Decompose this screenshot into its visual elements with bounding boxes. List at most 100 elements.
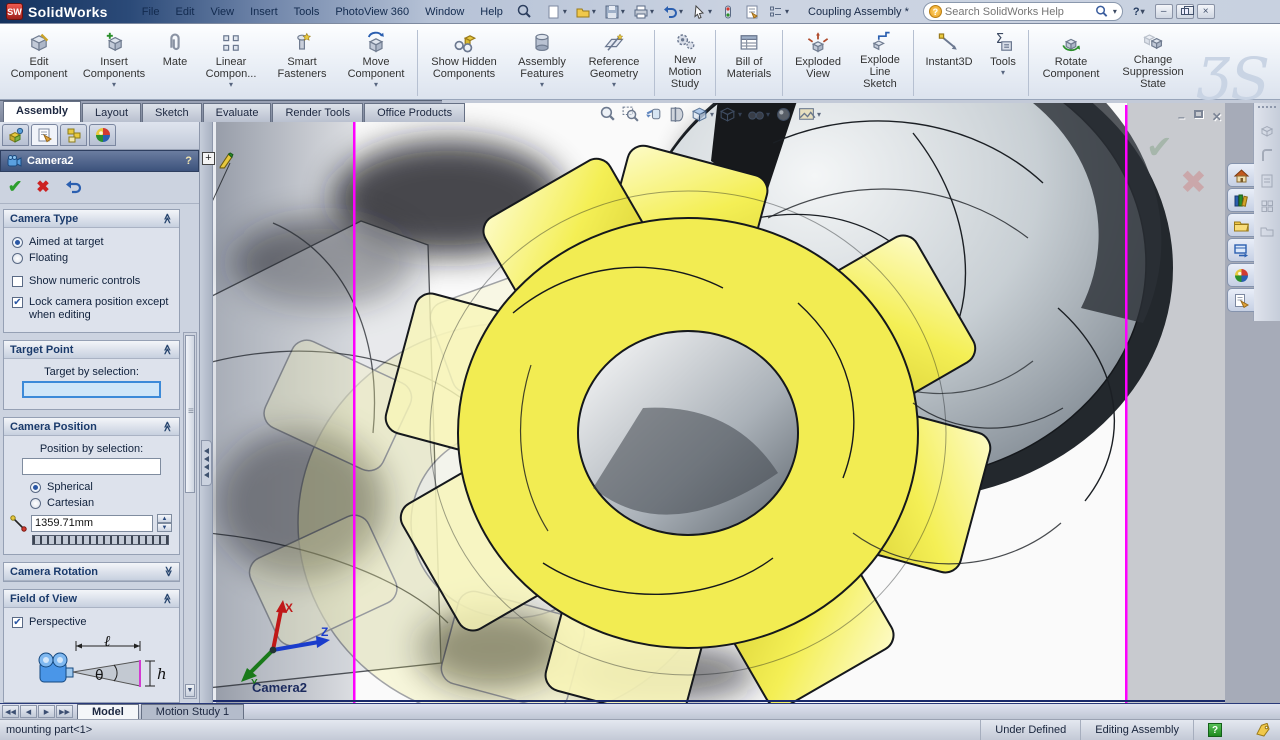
tab-sketch[interactable]: Sketch <box>142 103 202 122</box>
tags-button[interactable] <box>1236 720 1280 740</box>
show-numeric-controls-checkbox[interactable]: Show numeric controls <box>12 275 173 288</box>
distance-spinner[interactable]: ▲ ▼ <box>157 514 172 532</box>
display-manager-tab[interactable] <box>89 124 116 146</box>
confirmation-corner-ok-icon[interactable]: ✔ <box>1146 128 1173 166</box>
spherical-radio[interactable]: Spherical <box>30 481 173 494</box>
panel-help-button[interactable]: ? <box>185 155 192 167</box>
appearances-scenes-tab[interactable] <box>1227 263 1254 287</box>
position-selection-box[interactable] <box>22 458 161 475</box>
view-palette-tab[interactable] <box>1227 238 1254 262</box>
ribbon-button-reference-geometry[interactable]: Reference Geometry ▾ <box>577 27 651 99</box>
flyout-assembly-icon[interactable] <box>218 152 235 172</box>
menu-help[interactable]: Help <box>472 2 511 22</box>
search-magnifier-icon[interactable] <box>1094 4 1109 19</box>
custom-properties-tab[interactable] <box>1227 288 1254 312</box>
ribbon-button-tools[interactable]: Σ Tools ▾ <box>981 27 1025 99</box>
perspective-checkbox[interactable]: ✔ Perspective <box>12 616 173 629</box>
print-button[interactable]: ▾ <box>630 2 657 22</box>
options-button[interactable]: ▾ <box>765 2 792 22</box>
confirmation-corner-cancel-icon[interactable]: ✖ <box>1180 163 1207 201</box>
panel-scrollbar-thumb[interactable] <box>185 335 195 493</box>
display-style-icon[interactable]: ▾ <box>718 105 742 124</box>
lock-camera-position-checkbox[interactable]: ✔ Lock camera position except when editin… <box>12 296 173 322</box>
ribbon-button-smart-fasteners[interactable]: Smart Fasteners <box>266 27 338 99</box>
menu-file[interactable]: File <box>134 2 168 22</box>
floating-radio[interactable]: Floating <box>12 252 173 265</box>
restore-button[interactable] <box>1175 4 1194 19</box>
target-point-header[interactable]: Target Point ≫ <box>4 341 179 359</box>
ribbon-button-insert-components[interactable]: Insert Components ▾ <box>74 27 154 99</box>
help-menu-button[interactable]: ? ▾ <box>1133 6 1145 18</box>
minimize-button[interactable]: – <box>1154 4 1173 19</box>
help-search-input[interactable] <box>944 5 1091 18</box>
panel-scrollbar[interactable]: ▼ <box>183 332 197 699</box>
menu-insert[interactable]: Insert <box>242 2 286 22</box>
save-button[interactable]: ▾ <box>601 2 628 22</box>
undo-button[interactable]: ▾ <box>659 2 686 22</box>
open-button[interactable]: ▾ <box>572 2 599 22</box>
ribbon-button-show-hidden-components[interactable]: Show Hidden Components <box>421 27 507 99</box>
menu-window[interactable]: Window <box>417 2 472 22</box>
field-of-view-header[interactable]: Field of View ≫ <box>4 590 179 608</box>
distance-slider[interactable] <box>32 535 169 545</box>
menu-edit[interactable]: Edit <box>168 2 203 22</box>
undo-button[interactable] <box>64 179 82 195</box>
model-tab[interactable]: Model <box>77 704 139 719</box>
splitter-collapse-handle[interactable] <box>201 440 212 486</box>
spin-down-icon[interactable]: ▼ <box>157 523 172 532</box>
distance-input[interactable] <box>31 514 153 532</box>
mdi-minimize-button[interactable]: – <box>1178 110 1185 124</box>
quick-tips-icon[interactable]: ? <box>1208 723 1222 737</box>
camera-rotation-header[interactable]: Camera Rotation ≫ <box>4 563 179 581</box>
ribbon-button-bill-of-materials[interactable]: Bill of Materials <box>719 27 779 99</box>
property-manager-tab[interactable] <box>31 124 58 146</box>
ribbon-button-edit-component[interactable]: Edit Component <box>4 27 74 99</box>
select-button[interactable]: ▾ <box>688 2 715 22</box>
ribbon-button-new-motion-study[interactable]: New Motion Study <box>658 27 712 99</box>
rebuild-button[interactable] <box>717 2 739 22</box>
last-tab-button[interactable]: ▶▶ <box>56 705 73 718</box>
flyout-tree-expand-button[interactable]: + <box>202 152 215 165</box>
panel-scroll-down-button[interactable]: ▼ <box>185 684 195 697</box>
collapse-chevron-icon[interactable]: ≫ <box>162 421 173 431</box>
cancel-button[interactable]: ✖ <box>36 177 49 197</box>
search-dropdown-caret[interactable]: ▾ <box>1113 7 1117 16</box>
collapse-chevron-icon[interactable]: ≫ <box>162 344 173 354</box>
apply-scene-icon[interactable]: ▾ <box>797 105 821 124</box>
close-button[interactable]: × <box>1196 4 1215 19</box>
ribbon-button-linear-component-pattern[interactable]: Linear Compon... ▾ <box>196 27 266 99</box>
collapse-chevron-icon[interactable]: ≫ <box>162 593 173 603</box>
panel-splitter[interactable] <box>200 122 213 703</box>
menubar-search-icon[interactable] <box>515 3 533 21</box>
ribbon-button-move-component[interactable]: Move Component ▾ <box>338 27 414 99</box>
camera-position-header[interactable]: Camera Position ≫ <box>4 418 179 436</box>
ribbon-button-exploded-view[interactable]: Exploded View <box>786 27 850 99</box>
menu-view[interactable]: View <box>202 2 242 22</box>
file-properties-button[interactable] <box>741 2 763 22</box>
tab-assembly[interactable]: Assembly <box>3 101 81 122</box>
configuration-manager-tab[interactable] <box>60 124 87 146</box>
ribbon-button-rotate-component[interactable]: Rotate Component <box>1032 27 1110 99</box>
file-explorer-tab[interactable] <box>1227 213 1254 237</box>
ribbon-button-instant3d[interactable]: Instant3D <box>917 27 981 99</box>
ribbon-button-explode-line-sketch[interactable]: Explode Line Sketch <box>850 27 910 99</box>
design-library-tab[interactable] <box>1227 188 1254 212</box>
spin-up-icon[interactable]: ▲ <box>157 514 172 523</box>
ribbon-button-assembly-features[interactable]: Assembly Features ▾ <box>507 27 577 99</box>
feature-manager-tab[interactable] <box>2 124 29 146</box>
motion-study-tab[interactable]: Motion Study 1 <box>140 704 245 719</box>
menu-tools[interactable]: Tools <box>286 2 328 22</box>
target-selection-box[interactable] <box>22 381 161 398</box>
ribbon-button-mate[interactable]: Mate <box>154 27 196 99</box>
new-document-button[interactable]: ▾ <box>543 2 570 22</box>
tab-layout[interactable]: Layout <box>81 103 142 122</box>
ok-button[interactable]: ✔ <box>8 177 22 197</box>
camera-type-header[interactable]: Camera Type ≫ <box>4 210 179 228</box>
next-tab-button[interactable]: ▶ <box>38 705 55 718</box>
zoom-to-area-icon[interactable] <box>621 105 640 124</box>
aimed-at-target-radio[interactable]: Aimed at target <box>12 236 173 249</box>
menu-photoview-360[interactable]: PhotoView 360 <box>327 2 417 22</box>
edit-appearance-icon[interactable] <box>774 105 793 124</box>
first-tab-button[interactable]: ◀◀ <box>2 705 19 718</box>
cartesian-radio[interactable]: Cartesian <box>30 497 173 510</box>
